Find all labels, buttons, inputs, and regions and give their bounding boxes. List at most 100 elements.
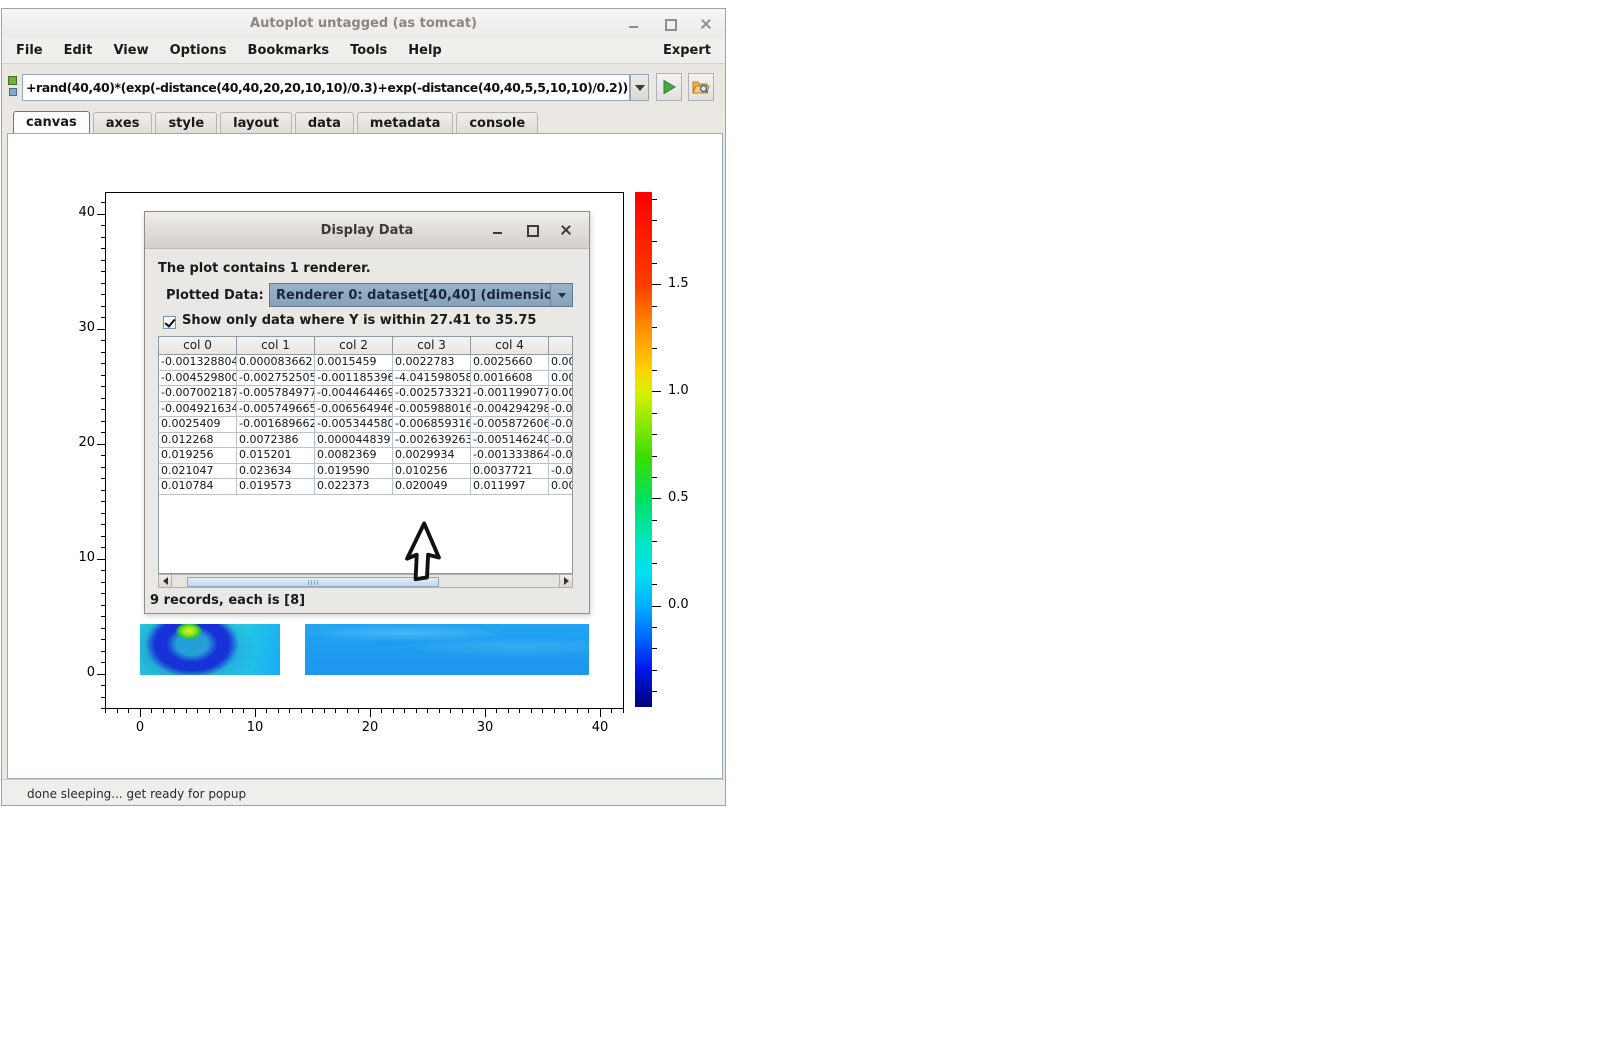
table-row[interactable]: 0.0122680.00723860.000044839-0.002639263… [159, 433, 572, 449]
table-cell[interactable]: -0.001689662... [237, 417, 315, 432]
dialog-minimize-icon[interactable] [491, 223, 505, 237]
uri-dropdown-button[interactable] [630, 74, 649, 101]
table-cell[interactable]: 0.019573 [237, 479, 315, 494]
table-cell[interactable]: 0.0025409 [159, 417, 237, 432]
menu-help[interactable]: Help [408, 43, 441, 58]
table-cell[interactable]: -0.001185396... [315, 371, 393, 386]
menu-edit[interactable]: Edit [64, 43, 93, 58]
table-cell[interactable]: -0.005146240... [471, 433, 549, 448]
table-cell[interactable]: 0.00 [549, 371, 573, 386]
table-cell[interactable]: 0.0025660 [471, 355, 549, 370]
tab-metadata[interactable]: metadata [357, 112, 453, 133]
table-cell[interactable]: -0.001199077... [471, 386, 549, 401]
table-cell[interactable]: -0.002639263... [393, 433, 471, 448]
table-row[interactable]: 0.0107840.0195730.0223730.0200490.011997… [159, 479, 572, 495]
table-cell[interactable]: -0.0 [549, 433, 573, 448]
table-cell[interactable]: 0.015201 [237, 448, 315, 463]
table-cell[interactable]: 0.011997 [471, 479, 549, 494]
table-cell[interactable]: 0.019590 [315, 464, 393, 479]
menu-view[interactable]: View [113, 43, 148, 58]
go-button[interactable] [656, 73, 682, 101]
table-row[interactable]: -0.007002187...-0.005784977...-0.0044644… [159, 386, 572, 402]
table-row[interactable]: 0.0025409-0.001689662...-0.005344580...-… [159, 417, 572, 433]
column-header[interactable]: col 0 [159, 337, 237, 354]
table-cell[interactable]: -0.001328804... [159, 355, 237, 370]
column-header[interactable]: col 2 [315, 337, 393, 354]
table-cell[interactable]: 0.019256 [159, 448, 237, 463]
table-cell[interactable]: -0.001333864... [471, 448, 549, 463]
column-header[interactable]: col 3 [393, 337, 471, 354]
scroll-left-button[interactable] [159, 575, 172, 587]
table-cell[interactable]: -0.004464469... [315, 386, 393, 401]
menu-options[interactable]: Options [170, 43, 227, 58]
table-cell[interactable]: 0.0082369 [315, 448, 393, 463]
table-cell[interactable]: 0.0037721 [471, 464, 549, 479]
table-cell[interactable]: -0.0 [549, 448, 573, 463]
table-cell[interactable]: 0.022373 [315, 479, 393, 494]
table-cell[interactable]: 0.021047 [159, 464, 237, 479]
table-row[interactable]: -0.001328804...0.0000836620.00154590.002… [159, 355, 572, 371]
tab-style[interactable]: style [155, 112, 217, 133]
table-cell[interactable]: -0.0 [549, 402, 573, 417]
table-cell[interactable]: 0.000044839 [315, 433, 393, 448]
table-cell[interactable]: 0.00 [549, 479, 573, 494]
inspect-uri-button[interactable] [688, 73, 714, 101]
table-cell[interactable]: 0.023634 [237, 464, 315, 479]
tab-layout[interactable]: layout [220, 112, 292, 133]
table-cell[interactable]: 0.0072386 [237, 433, 315, 448]
table-cell[interactable]: 0.0022783 [393, 355, 471, 370]
table-cell[interactable]: -0.006564946... [315, 402, 393, 417]
expert-mode-label[interactable]: Expert [663, 43, 711, 58]
table-row[interactable]: -0.004921634...-0.005749665...-0.0065649… [159, 402, 572, 418]
table-cell[interactable]: 0.010784 [159, 479, 237, 494]
table-cell[interactable]: 0.012268 [159, 433, 237, 448]
minimize-icon[interactable] [627, 17, 641, 31]
table-cell[interactable]: -0.002752505... [237, 371, 315, 386]
maximize-icon[interactable] [663, 17, 677, 31]
table-cell[interactable]: -0.007002187... [159, 386, 237, 401]
table-cell[interactable]: 0.0029934 [393, 448, 471, 463]
table-cell[interactable]: 0.000083662 [237, 355, 315, 370]
table-cell[interactable]: 0.00 [549, 355, 573, 370]
table-cell[interactable]: 0.0016608 [471, 371, 549, 386]
table-cell[interactable]: -0.004921634... [159, 402, 237, 417]
table-cell[interactable]: -0.0 [549, 464, 573, 479]
dialog-titlebar[interactable]: Display Data [145, 212, 589, 249]
tab-data[interactable]: data [295, 112, 354, 133]
uri-input[interactable]: +rand(40,40)*(exp(-distance(40,40,20,20,… [22, 74, 630, 101]
table-cell[interactable]: 0.010256 [393, 464, 471, 479]
table-cell[interactable]: 0.00 [549, 386, 573, 401]
tab-axes[interactable]: axes [93, 112, 153, 133]
table-cell[interactable]: 0.020049 [393, 479, 471, 494]
filter-y-checkbox[interactable] [163, 316, 176, 329]
table-cell[interactable]: -0.0 [549, 417, 573, 432]
window-titlebar[interactable]: Autoplot untagged (as tomcat) [2, 9, 725, 38]
menu-bookmarks[interactable]: Bookmarks [248, 43, 330, 58]
table-cell[interactable]: -0.005988016... [393, 402, 471, 417]
table-row[interactable]: -0.004529800...-0.002752505...-0.0011853… [159, 371, 572, 387]
data-table[interactable]: col 0col 1col 2col 3col 4 -0.001328804..… [158, 336, 573, 574]
table-cell[interactable]: -0.006859316... [393, 417, 471, 432]
tab-console[interactable]: console [456, 112, 538, 133]
table-cell[interactable]: -0.005749665... [237, 402, 315, 417]
dialog-maximize-icon[interactable] [525, 223, 539, 237]
table-cell[interactable]: -0.005872606... [471, 417, 549, 432]
table-cell[interactable]: 0.0015459 [315, 355, 393, 370]
close-icon[interactable] [699, 17, 713, 31]
table-hscrollbar[interactable] [158, 574, 573, 588]
scrollbar-thumb[interactable] [187, 577, 439, 587]
menu-tools[interactable]: Tools [350, 43, 387, 58]
tab-canvas[interactable]: canvas [13, 111, 90, 133]
table-row[interactable]: 0.0210470.0236340.0195900.0102560.003772… [159, 464, 572, 480]
table-cell[interactable]: -4.041598058... [393, 371, 471, 386]
table-cell[interactable]: -0.002573321... [393, 386, 471, 401]
table-row[interactable]: 0.0192560.0152010.00823690.0029934-0.001… [159, 448, 572, 464]
plot-canvas[interactable]: 0102030404030201001.51.00.50.0 Display D… [7, 133, 723, 779]
column-header[interactable]: col 1 [237, 337, 315, 354]
table-cell[interactable]: -0.005344580... [315, 417, 393, 432]
column-header[interactable]: col 4 [471, 337, 549, 354]
scroll-right-button[interactable] [559, 575, 572, 587]
dialog-close-icon[interactable] [559, 223, 573, 237]
table-cell[interactable]: -0.004529800... [159, 371, 237, 386]
menu-file[interactable]: File [16, 43, 43, 58]
